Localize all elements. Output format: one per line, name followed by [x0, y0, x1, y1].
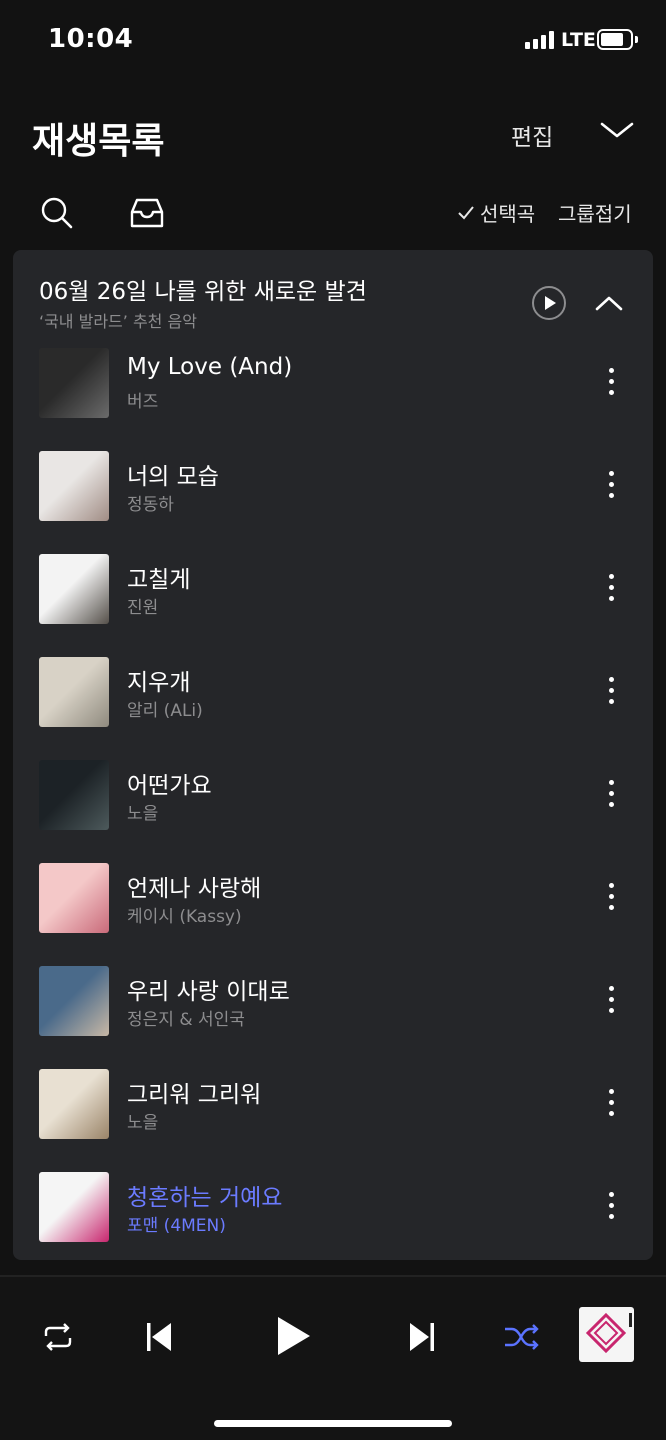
check-icon — [458, 205, 474, 219]
album-art — [39, 657, 109, 727]
track-row[interactable]: 어떤가요노을 — [13, 758, 653, 838]
album-art — [39, 1172, 109, 1242]
player-bar — [0, 1275, 666, 1440]
track-title: 어떤가요 — [127, 773, 212, 799]
album-art — [39, 348, 109, 418]
track-row[interactable]: 그리워 그리워노을 — [13, 1067, 653, 1147]
chevron-up-icon[interactable] — [595, 294, 623, 312]
album-art — [39, 554, 109, 624]
track-title: 너의 모습 — [127, 464, 219, 490]
previous-icon[interactable] — [145, 1321, 173, 1353]
track-artist: 케이시 (Kassy) — [127, 907, 242, 927]
track-title: 우리 사랑 이대로 — [127, 979, 290, 1005]
now-playing-album-art[interactable] — [579, 1307, 634, 1362]
playlist-group: 06월 26일 나를 위한 새로운 발견 ‘국내 발라드’ 추천 음악 My L… — [13, 250, 653, 1260]
track-title: 언제나 사랑해 — [127, 876, 262, 902]
inbox-icon[interactable] — [128, 196, 166, 230]
group-subtitle: ‘국내 발라드’ 추천 음악 — [39, 312, 197, 331]
more-options-icon[interactable] — [605, 1089, 617, 1119]
track-row[interactable]: 언제나 사랑해케이시 (Kassy) — [13, 861, 653, 941]
next-icon[interactable] — [408, 1321, 436, 1353]
track-row[interactable]: 너의 모습정동하 — [13, 449, 653, 529]
fold-groups-button[interactable]: 그룹접기 — [558, 198, 632, 227]
more-options-icon[interactable] — [605, 677, 617, 707]
search-icon[interactable] — [40, 196, 74, 230]
select-tracks-label: 선택곡 — [480, 202, 536, 226]
track-row[interactable]: 청혼하는 거예요포맨 (4MEN) — [13, 1170, 653, 1250]
edit-button[interactable]: 편집 — [511, 118, 553, 152]
track-title: 고칠게 — [127, 567, 191, 593]
more-options-icon[interactable] — [605, 986, 617, 1016]
battery-tip — [635, 36, 638, 43]
more-options-icon[interactable] — [605, 471, 617, 501]
status-time: 10:04 — [48, 24, 134, 54]
more-options-icon[interactable] — [605, 1192, 617, 1222]
track-artist: 포맨 (4MEN) — [127, 1216, 226, 1236]
signal-icon — [525, 31, 555, 49]
track-title: 청혼하는 거예요 — [127, 1185, 283, 1211]
repeat-icon[interactable] — [40, 1322, 76, 1352]
group-title: 06월 26일 나를 위한 새로운 발견 — [39, 279, 367, 305]
album-art — [39, 451, 109, 521]
more-options-icon[interactable] — [605, 780, 617, 810]
track-artist: 노을 — [127, 1113, 159, 1133]
track-artist: 진원 — [127, 598, 159, 618]
track-row[interactable]: 지우개알리 (ALi) — [13, 655, 653, 735]
track-artist: 버즈 — [127, 392, 159, 412]
status-bar: 10:04 LTE — [0, 0, 666, 80]
track-row[interactable]: 우리 사랑 이대로정은지 & 서인국 — [13, 964, 653, 1044]
track-artist: 정은지 & 서인국 — [127, 1010, 245, 1030]
more-options-icon[interactable] — [605, 368, 617, 398]
chevron-down-icon[interactable] — [600, 118, 634, 142]
track-title: 지우개 — [127, 670, 191, 696]
track-artist: 정동하 — [127, 495, 174, 515]
group-play-icon[interactable] — [529, 284, 567, 322]
track-title: My Love (And) — [127, 354, 293, 380]
album-art — [39, 966, 109, 1036]
track-row[interactable]: My Love (And) 버즈 — [13, 346, 653, 426]
shuffle-icon[interactable] — [503, 1323, 541, 1351]
track-title: 그리워 그리워 — [127, 1082, 262, 1108]
play-icon[interactable] — [276, 1315, 312, 1357]
track-artist: 노을 — [127, 804, 159, 824]
select-tracks-button[interactable]: 선택곡 — [456, 198, 535, 227]
more-options-icon[interactable] — [605, 883, 617, 913]
album-art — [39, 760, 109, 830]
page-title: 재생목록 — [32, 121, 165, 162]
track-row[interactable]: 고칠게진원 — [13, 552, 653, 632]
track-artist: 알리 (ALi) — [127, 701, 203, 721]
album-art — [39, 863, 109, 933]
home-indicator — [214, 1420, 452, 1427]
album-art — [39, 1069, 109, 1139]
battery-icon — [597, 29, 633, 50]
network-label: LTE — [561, 29, 596, 51]
more-options-icon[interactable] — [605, 574, 617, 604]
